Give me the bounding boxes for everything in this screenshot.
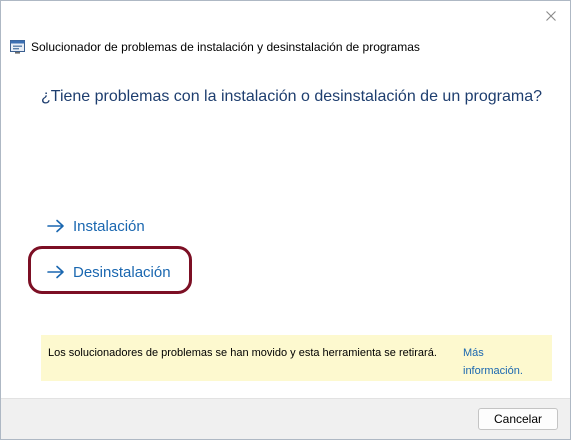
arrow-right-icon xyxy=(47,219,65,233)
window-title: Solucionador de problemas de instalación… xyxy=(31,40,420,54)
notice-text: Los solucionadores de problemas se han m… xyxy=(48,347,437,359)
dialog-footer: Cancelar xyxy=(1,398,570,439)
arrow-right-icon xyxy=(47,265,65,279)
more-info-link[interactable]: Más información. xyxy=(463,347,523,377)
close-icon xyxy=(546,11,556,21)
page-question: ¿Tiene problemas con la instalación o de… xyxy=(41,88,543,105)
close-button[interactable] xyxy=(538,4,564,28)
install-option-label: Instalación xyxy=(73,217,145,235)
uninstall-option[interactable]: Desinstalación xyxy=(47,261,171,283)
more-info-link-line2: información. xyxy=(463,365,523,377)
retirement-notice: Los solucionadores de problemas se han m… xyxy=(41,335,552,381)
troubleshooter-app-icon xyxy=(10,40,25,54)
uninstall-option-label: Desinstalación xyxy=(73,263,171,281)
troubleshooter-window: Solucionador de problemas de instalación… xyxy=(0,0,571,440)
window-titlebar: Solucionador de problemas de instalación… xyxy=(10,38,420,56)
install-option[interactable]: Instalación xyxy=(47,215,145,237)
more-info-link-line1: Más xyxy=(463,347,484,359)
cancel-button[interactable]: Cancelar xyxy=(478,408,558,430)
